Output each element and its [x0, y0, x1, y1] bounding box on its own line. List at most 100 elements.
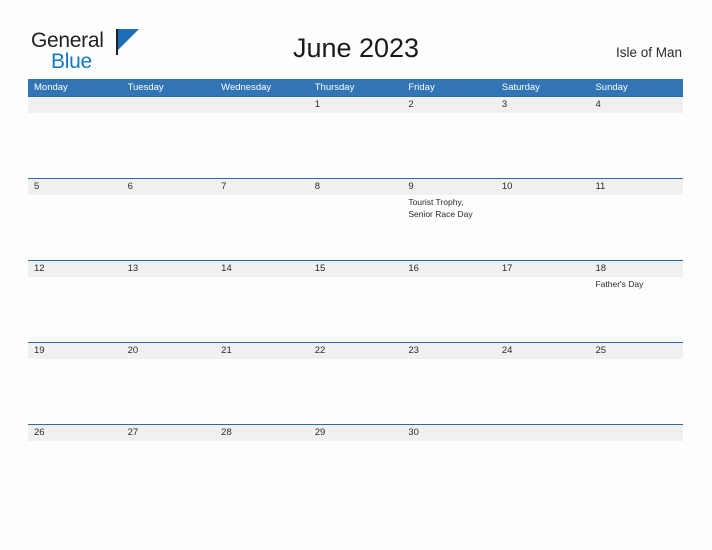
date-number[interactable]: 12	[28, 261, 122, 277]
calendar-grid: Monday Tuesday Wednesday Thursday Friday…	[28, 79, 683, 506]
calendar-week-row: 12 13 14 15 16 17 18 Father's Day	[28, 260, 683, 342]
date-number[interactable]: 25	[589, 343, 683, 359]
week-number-band: 19 20 21 22 23 24 25	[28, 343, 683, 359]
day-header-tuesday: Tuesday	[127, 82, 164, 93]
date-number[interactable]: 7	[215, 179, 309, 195]
day-cell[interactable]	[215, 359, 309, 424]
day-of-week-header-row: Monday Tuesday Wednesday Thursday Friday…	[28, 79, 683, 96]
day-cell[interactable]	[122, 195, 216, 260]
date-number[interactable]: 3	[496, 97, 590, 113]
date-number[interactable]: 16	[402, 261, 496, 277]
day-cell[interactable]	[122, 277, 216, 342]
week-body-row: Tourist Trophy, Senior Race Day	[28, 195, 683, 260]
day-cell[interactable]: Father's Day	[589, 277, 683, 342]
day-cell[interactable]	[28, 359, 122, 424]
calendar-page: General Blue June 2023 Isle of Man Monda…	[0, 0, 712, 550]
day-cell[interactable]	[589, 359, 683, 424]
day-cell[interactable]	[28, 113, 122, 178]
date-number[interactable]	[28, 97, 122, 113]
day-header-friday: Friday	[408, 82, 435, 93]
page-header: General Blue June 2023 Isle of Man	[0, 0, 712, 78]
date-number[interactable]: 18	[589, 261, 683, 277]
date-number[interactable]: 24	[496, 343, 590, 359]
date-number[interactable]: 9	[402, 179, 496, 195]
date-number[interactable]	[589, 425, 683, 441]
day-header-saturday: Saturday	[501, 82, 540, 93]
date-number[interactable]: 2	[402, 97, 496, 113]
week-body-row	[28, 441, 683, 506]
date-number[interactable]	[122, 97, 216, 113]
day-cell[interactable]	[402, 277, 496, 342]
week-number-band: 26 27 28 29 30	[28, 425, 683, 441]
week-number-band: 1 2 3 4	[28, 97, 683, 113]
date-number[interactable]: 14	[215, 261, 309, 277]
date-number[interactable]	[215, 97, 309, 113]
day-cell[interactable]	[309, 277, 403, 342]
day-cell[interactable]	[402, 113, 496, 178]
date-number[interactable]: 29	[309, 425, 403, 441]
day-cell[interactable]	[402, 359, 496, 424]
week-body-row: Father's Day	[28, 277, 683, 342]
day-cell[interactable]	[496, 195, 590, 260]
day-event-text: Tourist Trophy, Senior Race Day	[408, 197, 473, 219]
week-number-band: 12 13 14 15 16 17 18	[28, 261, 683, 277]
date-number[interactable]: 1	[309, 97, 403, 113]
day-cell[interactable]	[496, 113, 590, 178]
day-cell[interactable]: Tourist Trophy, Senior Race Day	[402, 195, 496, 260]
day-cell[interactable]	[589, 441, 683, 506]
date-number[interactable]	[496, 425, 590, 441]
day-cell[interactable]	[28, 195, 122, 260]
day-cell[interactable]	[589, 113, 683, 178]
date-number[interactable]: 4	[589, 97, 683, 113]
date-number[interactable]: 20	[122, 343, 216, 359]
calendar-week-row: 26 27 28 29 30	[28, 424, 683, 506]
day-event-text: Father's Day	[595, 279, 644, 289]
day-cell[interactable]	[215, 277, 309, 342]
day-cell[interactable]	[589, 195, 683, 260]
day-cell[interactable]	[496, 441, 590, 506]
date-number[interactable]: 13	[122, 261, 216, 277]
calendar-week-row: 1 2 3 4	[28, 96, 683, 178]
day-cell[interactable]	[28, 277, 122, 342]
day-cell[interactable]	[215, 195, 309, 260]
week-body-row	[28, 113, 683, 178]
calendar-week-row: 19 20 21 22 23 24 25	[28, 342, 683, 424]
date-number[interactable]: 11	[589, 179, 683, 195]
day-cell[interactable]	[309, 359, 403, 424]
page-title: June 2023	[292, 33, 420, 63]
date-number[interactable]: 19	[28, 343, 122, 359]
date-number[interactable]: 21	[215, 343, 309, 359]
week-number-band: 5 6 7 8 9 10 11	[28, 179, 683, 195]
date-number[interactable]: 15	[309, 261, 403, 277]
date-number[interactable]: 26	[28, 425, 122, 441]
date-number[interactable]: 10	[496, 179, 590, 195]
date-number[interactable]: 6	[122, 179, 216, 195]
day-cell[interactable]	[402, 441, 496, 506]
day-header-thursday: Thursday	[314, 82, 355, 93]
day-cell[interactable]	[28, 441, 122, 506]
day-header-wednesday: Wednesday	[221, 82, 272, 93]
date-number[interactable]: 23	[402, 343, 496, 359]
day-cell[interactable]	[309, 113, 403, 178]
day-cell[interactable]	[496, 359, 590, 424]
day-cell[interactable]	[309, 195, 403, 260]
date-number[interactable]: 30	[402, 425, 496, 441]
date-number[interactable]: 27	[122, 425, 216, 441]
date-number[interactable]: 28	[215, 425, 309, 441]
day-cell[interactable]	[122, 113, 216, 178]
day-header-monday: Monday	[34, 82, 68, 93]
date-number[interactable]: 22	[309, 343, 403, 359]
day-cell[interactable]	[122, 441, 216, 506]
day-header-sunday: Sunday	[595, 82, 628, 93]
day-cell[interactable]	[496, 277, 590, 342]
date-number[interactable]: 17	[496, 261, 590, 277]
calendar-week-row: 5 6 7 8 9 10 11 Tourist Trophy, Senior R…	[28, 178, 683, 260]
date-number[interactable]: 8	[309, 179, 403, 195]
day-cell[interactable]	[215, 441, 309, 506]
date-number[interactable]: 5	[28, 179, 122, 195]
day-cell[interactable]	[309, 441, 403, 506]
week-body-row	[28, 359, 683, 424]
locale-label: Isle of Man	[615, 45, 682, 60]
day-cell[interactable]	[215, 113, 309, 178]
day-cell[interactable]	[122, 359, 216, 424]
